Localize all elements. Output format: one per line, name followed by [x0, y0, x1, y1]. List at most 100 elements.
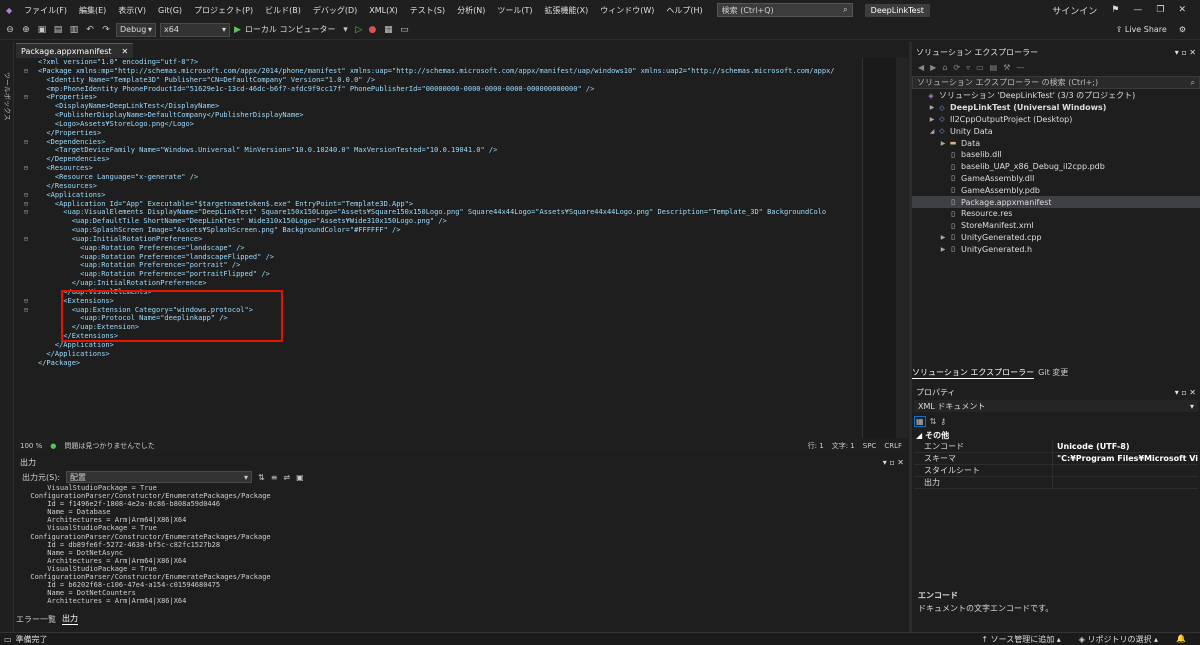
tree-item[interactable]: ▯ Package.appxmanifest [912, 196, 1200, 208]
menu-item[interactable]: ファイル(F) [18, 5, 73, 16]
menu-item[interactable]: ツール(T) [491, 5, 538, 16]
property-row[interactable]: スキーマ "C:¥Program Files¥Microsoft Visual S… [914, 453, 1198, 465]
menu-item[interactable]: ビルド(B) [259, 5, 307, 16]
tree-item[interactable]: ▶ ▬ Data [912, 137, 1200, 149]
minus-icon[interactable]: — [1016, 63, 1024, 72]
property-row[interactable]: 出力 [914, 477, 1198, 489]
chevron-right-icon[interactable]: ▶ [938, 234, 948, 241]
tab-package-appxmanifest[interactable]: Package.appxmanifest ✕ [16, 43, 134, 58]
close-icon[interactable]: ✕ [897, 458, 904, 467]
run-icon[interactable]: ▶ [234, 25, 241, 35]
fold-toggle-icon[interactable]: ⊟ [16, 208, 36, 217]
toggle-icon[interactable]: ▣ [296, 473, 304, 482]
tree-item[interactable]: ◈ ソリューション 'DeepLinkTest' (3/3 のプロジェクト) [912, 90, 1200, 102]
minimize-icon[interactable]: — [1133, 5, 1142, 15]
toolbox-strip[interactable]: ツールボックス [0, 42, 14, 632]
tree-item[interactable]: ▯ GameAssembly.pdb [912, 184, 1200, 196]
bookmark-icon[interactable]: ▭ [398, 25, 410, 35]
editor-scrollbar[interactable] [896, 58, 908, 438]
menu-item[interactable]: XML(X) [363, 6, 404, 15]
property-row[interactable]: スタイルシート [914, 465, 1198, 477]
tab-output[interactable]: 出力 [62, 613, 78, 625]
close-icon[interactable]: ✕ [122, 47, 129, 56]
find-icon[interactable]: ⇅ [258, 473, 265, 482]
run-target-button[interactable]: ローカル コンピューター [245, 24, 336, 35]
code-editor[interactable]: ⊟ ⊟ ⊟ ⊟ ⊟ ⊟ ⊟ ⊟ ⊟ ⊟ <?xml version="1.0" enc… [16, 58, 878, 438]
fold-toggle-icon[interactable]: ⊟ [16, 67, 36, 76]
fold-toggle-icon[interactable]: ⊟ [16, 164, 36, 173]
fold-toggle-icon[interactable]: ⊟ [16, 200, 36, 209]
config-dropdown[interactable]: Debug ▾ [116, 22, 156, 37]
wrap-icon[interactable]: ⇌ [283, 473, 290, 482]
property-pages-icon[interactable]: ⚷ [940, 417, 946, 426]
tree-item[interactable]: ▶ ▯ UnityGenerated.h [912, 243, 1200, 255]
signin-link[interactable]: サインイン [1052, 4, 1097, 17]
fold-toggle-icon[interactable]: ⊟ [16, 138, 36, 147]
platform-dropdown[interactable]: x64 ▾ [160, 22, 230, 37]
output-text[interactable]: VisualStudioPackage = True Configuration… [22, 484, 898, 608]
tree-item[interactable]: ▶ ◇ Il2CppOutputProject (Desktop) [912, 114, 1200, 126]
tree-item[interactable]: ▯ Resource.res [912, 208, 1200, 220]
new-project-icon[interactable]: ▣ [36, 25, 48, 35]
feedback-icon[interactable]: ⚑ [1111, 5, 1119, 15]
menu-item[interactable]: 表示(V) [112, 5, 152, 16]
crlf-indicator[interactable]: CRLF [884, 442, 908, 450]
spc-indicator[interactable]: SPC [863, 442, 877, 450]
pin-icon[interactable]: ▫ [1181, 48, 1186, 57]
menu-item[interactable]: Git(G) [152, 6, 188, 15]
tab-error-list[interactable]: エラー一覧 [16, 614, 56, 625]
tree-item[interactable]: ▶ ◇ DeepLinkTest (Universal Windows) [912, 102, 1200, 114]
chevron-down-icon[interactable]: ▾ [1175, 48, 1179, 57]
close-icon[interactable]: ✕ [1178, 5, 1186, 15]
sync-icon[interactable]: ⟳ [953, 63, 960, 72]
property-value[interactable]: "C:¥Program Files¥Microsoft Visual Studi… [1052, 453, 1198, 464]
source-control-button[interactable]: ↑ ソース管理に追加 ▴ [981, 634, 1060, 645]
chevron-down-icon[interactable]: ▾ [1175, 388, 1179, 397]
hot-reload-icon[interactable]: ● [366, 25, 378, 35]
menu-item[interactable]: 拡張機能(X) [539, 5, 595, 16]
chevron-right-icon[interactable]: ▶ [927, 104, 937, 111]
save-icon[interactable]: ▥ [68, 25, 80, 35]
property-row[interactable]: エンコード Unicode (UTF-8) [914, 441, 1198, 453]
back-icon[interactable]: ⊖ [4, 25, 16, 35]
undo-icon[interactable]: ↶ [84, 25, 96, 35]
back-icon[interactable]: ◀ [918, 63, 924, 72]
issues-status[interactable]: 問題は見つかりませんでした [64, 441, 154, 451]
open-icon[interactable]: ▤ [52, 25, 64, 35]
close-icon[interactable]: ✕ [1189, 388, 1196, 397]
menu-item[interactable]: デバッグ(D) [307, 5, 363, 16]
chevron-down-icon[interactable]: ▾ [339, 25, 351, 35]
pin-icon[interactable]: ▫ [889, 458, 894, 467]
tree-item[interactable]: ◢ ◇ Unity Data [912, 125, 1200, 137]
zoom-level[interactable]: 100 % [20, 442, 42, 450]
property-value[interactable] [1052, 465, 1198, 476]
chevron-down-icon[interactable]: ▾ [883, 458, 887, 467]
close-icon[interactable]: ✕ [1189, 48, 1196, 57]
show-all-icon[interactable]: ▤ [990, 63, 998, 72]
fold-toggle-icon[interactable]: ⊟ [16, 235, 36, 244]
menu-item[interactable]: ヘルプ(H) [660, 5, 708, 16]
output-source-dropdown[interactable]: 配置 ▾ [66, 471, 253, 483]
wrench-icon[interactable]: ⚒ [1003, 63, 1010, 72]
forward-icon[interactable]: ⊕ [20, 25, 32, 35]
tab-solution-explorer[interactable]: ソリューション エクスプローラー [912, 367, 1035, 379]
tools-icon[interactable]: ▦ [382, 25, 394, 35]
notification-icon[interactable]: 🔔 [1176, 634, 1186, 645]
redo-icon[interactable]: ↷ [100, 25, 112, 35]
chevron-right-icon[interactable]: ▶ [938, 140, 948, 147]
tab-git-changes[interactable]: Git 変更 [1038, 367, 1068, 379]
tree-item[interactable]: ▯ StoreManifest.xml [912, 220, 1200, 232]
property-category[interactable]: ◢ その他 [914, 430, 1198, 441]
tree-item[interactable]: ▯ GameAssembly.dll [912, 173, 1200, 185]
fold-toggle-icon[interactable]: ⊟ [16, 93, 36, 102]
forward-icon[interactable]: ▶ [930, 63, 936, 72]
property-value[interactable]: Unicode (UTF-8) [1052, 441, 1198, 452]
repo-select-button[interactable]: ◈ リポジトリの選択 ▴ [1079, 634, 1158, 645]
menu-item[interactable]: プロジェクト(P) [188, 5, 259, 16]
clear-icon[interactable]: ≡ [271, 473, 278, 482]
menu-item[interactable]: テスト(S) [404, 5, 451, 16]
home-icon[interactable]: ⌂ [942, 63, 947, 72]
chevron-right-icon[interactable]: ▶ [938, 246, 948, 253]
chevron-down-icon[interactable]: ◢ [927, 128, 937, 135]
filter-icon[interactable]: ▿ [966, 63, 970, 72]
